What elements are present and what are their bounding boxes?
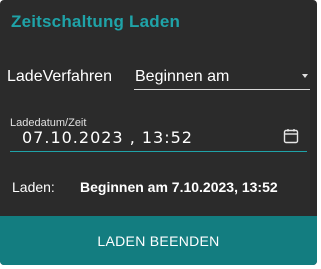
datetime-value[interactable]: 07.10.2023 , 13:52 bbox=[22, 128, 193, 147]
dialog-title: Zeitschaltung Laden bbox=[11, 12, 181, 31]
calendar-icon[interactable] bbox=[283, 128, 299, 144]
summary-label: Laden: bbox=[12, 179, 55, 195]
stop-charging-button[interactable]: LADEN BEENDEN bbox=[0, 216, 317, 265]
method-label: LadeVerfahren bbox=[7, 68, 112, 85]
method-select[interactable]: Beginnen am bbox=[134, 64, 310, 90]
summary-value: Beginnen am 7.10.2023, 13:52 bbox=[80, 179, 278, 195]
caret-down-icon bbox=[302, 74, 308, 78]
method-select-value: Beginnen am bbox=[135, 68, 230, 85]
charging-timer-dialog: Zeitschaltung Laden LadeVerfahren Beginn… bbox=[0, 0, 317, 265]
datetime-field[interactable]: Ladedatum/Zeit 07.10.2023 , 13:52 bbox=[10, 114, 307, 152]
